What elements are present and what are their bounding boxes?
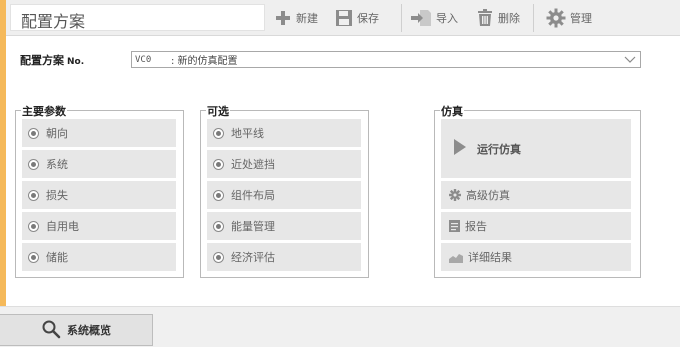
manage-label: 管理 — [570, 12, 592, 25]
option-label: 组件布局 — [231, 189, 275, 202]
import-button[interactable]: 导入 — [410, 6, 458, 30]
report-icon — [449, 220, 460, 232]
gear-icon — [449, 189, 461, 201]
radio-icon — [213, 189, 224, 201]
accent-bar — [0, 0, 6, 306]
option-energy-management[interactable]: 能量管理 — [207, 212, 361, 240]
radio-icon — [28, 220, 39, 232]
main-params-group: 主要参数 朝向 系统 损失 自用电 储能 — [15, 103, 184, 278]
new-label: 新建 — [296, 12, 318, 25]
config-select[interactable]: VC0 : 新的仿真配置 — [131, 51, 641, 68]
simulation-title: 仿真 — [440, 103, 464, 119]
system-overview-label: 系统概览 — [67, 324, 111, 337]
header-toolbar: 配置方案 新建 保存 导入 删除 管理 — [6, 0, 680, 36]
option-economic-evaluation[interactable]: 经济评估 — [207, 243, 361, 271]
option-label: 朝向 — [46, 127, 68, 140]
save-label: 保存 — [357, 12, 379, 25]
config-code: VC0 — [135, 54, 152, 65]
option-label: 近处遮挡 — [231, 158, 275, 171]
floppy-icon — [335, 9, 353, 27]
simulation-group: 仿真 运行仿真 高级仿真 报告 详细结果 — [434, 103, 641, 278]
option-orientation[interactable]: 朝向 — [22, 119, 176, 147]
chevron-down-icon — [624, 54, 636, 67]
radio-icon — [213, 127, 224, 139]
delete-button[interactable]: 删除 — [476, 6, 520, 30]
toolbar-divider — [533, 4, 534, 32]
import-label: 导入 — [436, 12, 458, 25]
radio-icon — [213, 220, 224, 232]
option-label: 能量管理 — [231, 220, 275, 233]
advanced-simulation-label: 高级仿真 — [466, 189, 510, 202]
option-horizon[interactable]: 地平线 — [207, 119, 361, 147]
radio-icon — [213, 251, 224, 263]
import-icon — [410, 9, 432, 27]
footer-bar: 系统概览 — [0, 306, 680, 347]
option-system[interactable]: 系统 — [22, 150, 176, 178]
option-label: 地平线 — [231, 127, 264, 140]
title-box: 配置方案 — [10, 4, 265, 31]
option-module-layout[interactable]: 组件布局 — [207, 181, 361, 209]
option-losses[interactable]: 损失 — [22, 181, 176, 209]
option-label: 系统 — [46, 158, 68, 171]
manage-button[interactable]: 管理 — [546, 6, 592, 30]
option-near-shadings[interactable]: 近处遮挡 — [207, 150, 361, 178]
config-label-suffix: No. — [67, 57, 85, 67]
report-button[interactable]: 报告 — [441, 212, 631, 240]
detailed-results-label: 详细结果 — [468, 251, 512, 264]
radio-icon — [213, 158, 224, 170]
config-desc: : 新的仿真配置 — [171, 56, 238, 67]
radio-icon — [28, 158, 39, 170]
page-title: 配置方案 — [21, 12, 86, 31]
main-params-title: 主要参数 — [21, 103, 67, 119]
option-storage[interactable]: 储能 — [22, 243, 176, 271]
save-button[interactable]: 保存 — [335, 6, 379, 30]
toolbar-divider — [401, 4, 402, 32]
advanced-simulation-button[interactable]: 高级仿真 — [441, 181, 631, 209]
plus-icon — [274, 9, 292, 27]
radio-icon — [28, 251, 39, 263]
config-label: 配置方案 No. — [20, 52, 84, 68]
detailed-results-button[interactable]: 详细结果 — [441, 243, 631, 271]
magnifier-icon — [41, 319, 61, 342]
option-label: 经济评估 — [231, 251, 275, 264]
report-label: 报告 — [465, 220, 487, 233]
radio-icon — [28, 127, 39, 139]
new-button[interactable]: 新建 — [274, 6, 318, 30]
option-self-consumption[interactable]: 自用电 — [22, 212, 176, 240]
system-overview-button[interactable]: 系统概览 — [0, 314, 153, 346]
optional-title: 可选 — [206, 103, 230, 119]
run-simulation-button[interactable]: 运行仿真 — [441, 119, 631, 178]
trash-icon — [476, 9, 494, 27]
chart-icon — [449, 252, 463, 263]
option-label: 储能 — [46, 251, 68, 264]
play-icon — [453, 139, 467, 158]
delete-label: 删除 — [498, 12, 520, 25]
gear-icon — [546, 8, 566, 28]
radio-icon — [28, 189, 39, 201]
option-label: 损失 — [46, 189, 68, 202]
config-label-text: 配置方案 — [20, 54, 64, 67]
option-label: 自用电 — [46, 220, 79, 233]
optional-group: 可选 地平线 近处遮挡 组件布局 能量管理 经济评估 — [200, 103, 369, 278]
run-simulation-label: 运行仿真 — [477, 142, 521, 156]
